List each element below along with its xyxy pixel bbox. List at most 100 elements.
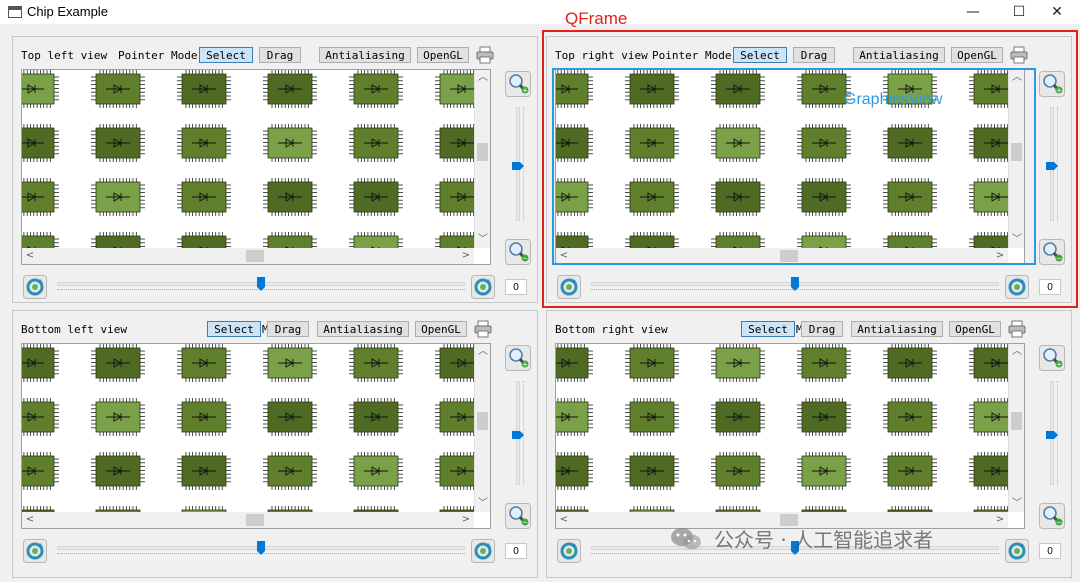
rotate-left-icon[interactable] <box>23 275 47 299</box>
chip-item[interactable] <box>22 178 59 216</box>
chip-item[interactable] <box>435 398 474 436</box>
chip-item[interactable] <box>263 70 317 108</box>
graphics-view[interactable]: ︿ ﹀ < > <box>555 343 1025 529</box>
chip-item[interactable] <box>435 124 474 162</box>
scroll-up-icon[interactable]: ︿ <box>1009 344 1024 360</box>
chip-item[interactable] <box>435 232 474 248</box>
chip-item[interactable] <box>349 344 403 382</box>
chip-item[interactable] <box>263 124 317 162</box>
opengl-button[interactable]: OpenGL <box>415 321 467 337</box>
chip-item[interactable] <box>349 398 403 436</box>
chip-item[interactable] <box>91 452 145 490</box>
scroll-down-icon[interactable]: ﹀ <box>475 496 490 512</box>
scrollbar-thumb[interactable] <box>246 250 264 262</box>
antialiasing-button[interactable]: Antialiasing <box>319 47 411 63</box>
chip-item[interactable] <box>969 452 1008 490</box>
chip-item[interactable] <box>711 452 765 490</box>
select-button[interactable]: Select <box>741 321 795 337</box>
chip-item[interactable] <box>711 398 765 436</box>
scroll-right-icon[interactable]: > <box>992 512 1008 528</box>
scroll-right-icon[interactable]: > <box>458 512 474 528</box>
chip-item[interactable] <box>22 232 59 248</box>
opengl-button[interactable]: OpenGL <box>949 321 1001 337</box>
chip-item[interactable] <box>177 70 231 108</box>
chip-item[interactable] <box>556 398 593 436</box>
print-icon[interactable] <box>1007 319 1027 339</box>
chip-item[interactable] <box>91 344 145 382</box>
vertical-scrollbar[interactable]: ︿ ﹀ <box>1008 344 1024 512</box>
scroll-right-icon[interactable]: > <box>458 248 474 264</box>
scrollbar-thumb[interactable] <box>246 514 264 526</box>
chip-item[interactable] <box>797 452 851 490</box>
chip-item[interactable] <box>969 344 1008 382</box>
rotate-slider-handle[interactable] <box>257 541 265 555</box>
chip-item[interactable] <box>22 70 59 108</box>
chip-item[interactable] <box>625 452 679 490</box>
print-icon[interactable] <box>473 319 493 339</box>
chip-item[interactable] <box>556 344 593 382</box>
chip-item[interactable] <box>625 398 679 436</box>
chip-item[interactable] <box>711 344 765 382</box>
zoom-slider-handle[interactable] <box>1046 431 1058 439</box>
chip-item[interactable] <box>177 398 231 436</box>
chip-item[interactable] <box>263 232 317 248</box>
chip-item[interactable] <box>22 398 59 436</box>
antialiasing-button[interactable]: Antialiasing <box>317 321 409 337</box>
chip-item[interactable] <box>22 124 59 162</box>
chip-item[interactable] <box>349 124 403 162</box>
scrollbar-thumb[interactable] <box>1011 412 1022 430</box>
zoom-out-icon[interactable]: − <box>1039 503 1065 529</box>
chip-scene[interactable] <box>22 344 474 512</box>
vertical-scrollbar[interactable]: ︿ ﹀ <box>474 344 490 512</box>
chip-scene[interactable] <box>22 70 474 248</box>
scroll-left-icon[interactable]: < <box>22 512 38 528</box>
chip-item[interactable] <box>625 344 679 382</box>
chip-item[interactable] <box>349 178 403 216</box>
chip-item[interactable] <box>797 344 851 382</box>
scrollbar-thumb[interactable] <box>477 143 488 161</box>
zoom-in-icon[interactable]: + <box>505 71 531 97</box>
chip-item[interactable] <box>177 178 231 216</box>
drag-button[interactable]: Drag <box>801 321 843 337</box>
chip-item[interactable] <box>435 178 474 216</box>
scroll-up-icon[interactable]: ︿ <box>475 70 490 86</box>
chip-item[interactable] <box>91 232 145 248</box>
chip-item[interactable] <box>263 178 317 216</box>
rotate-left-icon[interactable] <box>557 539 581 563</box>
chip-item[interactable] <box>91 124 145 162</box>
graphics-view[interactable]: ︿ ﹀ < > <box>21 343 491 529</box>
select-button[interactable]: Select <box>199 47 253 63</box>
chip-item[interactable] <box>263 452 317 490</box>
chip-item[interactable] <box>969 398 1008 436</box>
chip-item[interactable] <box>435 452 474 490</box>
horizontal-scrollbar[interactable]: < > <box>22 512 474 528</box>
rotate-right-icon[interactable] <box>471 275 495 299</box>
chip-item[interactable] <box>177 232 231 248</box>
close-button[interactable]: ✕ <box>1034 0 1080 24</box>
chip-item[interactable] <box>435 344 474 382</box>
scroll-left-icon[interactable]: < <box>556 512 572 528</box>
chip-item[interactable] <box>883 452 937 490</box>
chip-item[interactable] <box>177 124 231 162</box>
chip-item[interactable] <box>556 452 593 490</box>
opengl-button[interactable]: OpenGL <box>417 47 469 63</box>
chip-item[interactable] <box>349 70 403 108</box>
chip-item[interactable] <box>797 398 851 436</box>
print-icon[interactable] <box>475 45 495 65</box>
antialiasing-button[interactable]: Antialiasing <box>851 321 943 337</box>
zoom-slider-handle[interactable] <box>512 431 524 439</box>
scroll-down-icon[interactable]: ﹀ <box>1009 496 1024 512</box>
zoom-slider-handle[interactable] <box>512 162 524 170</box>
zoom-out-icon[interactable]: − <box>505 503 531 529</box>
chip-item[interactable] <box>435 70 474 108</box>
scrollbar-thumb[interactable] <box>477 412 488 430</box>
scroll-up-icon[interactable]: ︿ <box>475 344 490 360</box>
chip-item[interactable] <box>263 344 317 382</box>
scroll-left-icon[interactable]: < <box>22 248 38 264</box>
chip-item[interactable] <box>91 178 145 216</box>
rotate-slider-handle[interactable] <box>257 277 265 291</box>
chip-item[interactable] <box>91 70 145 108</box>
vertical-scrollbar[interactable]: ︿ ﹀ <box>474 70 490 248</box>
graphics-view[interactable]: ︿ ﹀ < > <box>21 69 491 265</box>
zoom-out-icon[interactable]: − <box>505 239 531 265</box>
